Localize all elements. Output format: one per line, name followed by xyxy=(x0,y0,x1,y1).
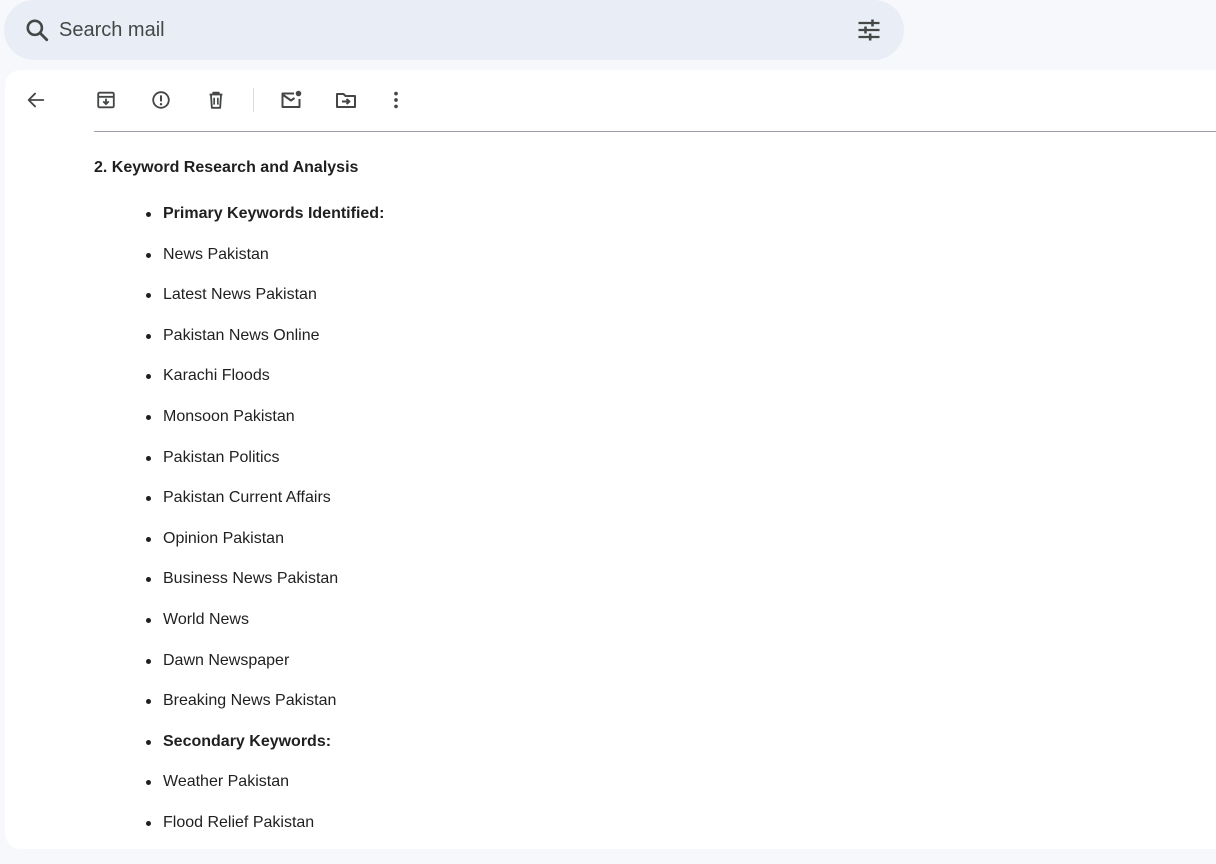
bullet-icon xyxy=(146,617,151,623)
list-item: Pakistan Politics xyxy=(94,448,694,489)
keyword-label: Pakistan News Online xyxy=(163,326,320,344)
list-item: Weather Pakistan xyxy=(94,772,694,813)
bullet-icon xyxy=(146,212,151,217)
mark-unread-icon[interactable] xyxy=(277,86,305,114)
keyword-label: Karachi Floods xyxy=(163,367,270,385)
list-item: Latest News Pakistan xyxy=(94,285,694,326)
keyword-label: News Pakistan xyxy=(163,245,269,263)
list-item: World News xyxy=(94,610,694,651)
list-item: Business News Pakistan xyxy=(94,569,694,610)
back-arrow-icon[interactable] xyxy=(22,86,50,114)
move-to-icon[interactable] xyxy=(332,86,360,114)
list-item: Breaking News Pakistan xyxy=(94,691,694,732)
keyword-label: Business News Pakistan xyxy=(163,570,339,588)
keyword-label: Weather Pakistan xyxy=(163,773,289,791)
bullet-icon xyxy=(146,455,151,461)
message-view: 2. Keyword Research and Analysis Primary… xyxy=(5,70,1216,849)
section-heading: 2. Keyword Research and Analysis xyxy=(94,159,359,176)
report-spam-icon[interactable] xyxy=(147,86,175,114)
list-item: Monsoon Pakistan xyxy=(94,407,694,448)
list-subheading: Secondary Keywords: xyxy=(163,732,332,750)
bullet-icon xyxy=(146,414,151,420)
list-item: Primary Keywords Identified: xyxy=(94,204,694,245)
bullet-icon xyxy=(146,658,151,664)
bullet-icon xyxy=(146,496,151,502)
keyword-label: Opinion Pakistan xyxy=(163,529,284,547)
search-options-icon[interactable] xyxy=(855,16,883,44)
list-item: Opinion Pakistan xyxy=(94,529,694,570)
list-item: Secondary Keywords: xyxy=(94,732,694,773)
list-item: Pakistan News Online xyxy=(94,326,694,367)
bullet-icon xyxy=(146,699,151,705)
list-item: Flood Relief Pakistan xyxy=(94,813,694,849)
keyword-label: Pakistan Current Affairs xyxy=(163,489,331,507)
bullet-icon xyxy=(146,780,151,786)
list-item: Karachi Floods xyxy=(94,366,694,407)
bullet-icon xyxy=(146,252,151,258)
keyword-label: Dawn Newspaper xyxy=(163,651,290,669)
more-options-icon[interactable] xyxy=(382,86,410,114)
keyword-label: Latest News Pakistan xyxy=(163,286,317,304)
list-item: Dawn Newspaper xyxy=(94,651,694,692)
search-icon[interactable] xyxy=(24,17,50,43)
bullet-icon xyxy=(146,333,151,339)
keyword-label: Monsoon Pakistan xyxy=(163,407,295,425)
toolbar-divider xyxy=(253,88,254,112)
keyword-label: Flood Relief Pakistan xyxy=(163,813,315,831)
keyword-list: Primary Keywords Identified: News Pakista… xyxy=(94,204,694,849)
keyword-label: Pakistan Politics xyxy=(163,448,280,466)
bullet-icon xyxy=(146,293,151,299)
bullet-icon xyxy=(146,577,151,583)
email-body: 2. Keyword Research and Analysis Primary… xyxy=(94,158,384,831)
search-bar[interactable]: Search mail xyxy=(4,0,904,60)
bullet-icon xyxy=(146,739,151,745)
keyword-label: World News xyxy=(163,610,249,628)
message-toolbar xyxy=(5,70,1216,130)
horizontal-rule xyxy=(94,131,1216,132)
search-input[interactable]: Search mail xyxy=(59,18,165,42)
bullet-icon xyxy=(146,374,151,380)
archive-icon[interactable] xyxy=(92,86,120,114)
bullet-icon xyxy=(146,820,151,826)
keyword-label: Breaking News Pakistan xyxy=(163,692,337,710)
list-item: News Pakistan xyxy=(94,245,694,286)
delete-icon[interactable] xyxy=(202,86,230,114)
bullet-icon xyxy=(146,536,151,542)
list-subheading: Primary Keywords Identified: xyxy=(163,205,385,222)
list-item: Pakistan Current Affairs xyxy=(94,488,694,529)
